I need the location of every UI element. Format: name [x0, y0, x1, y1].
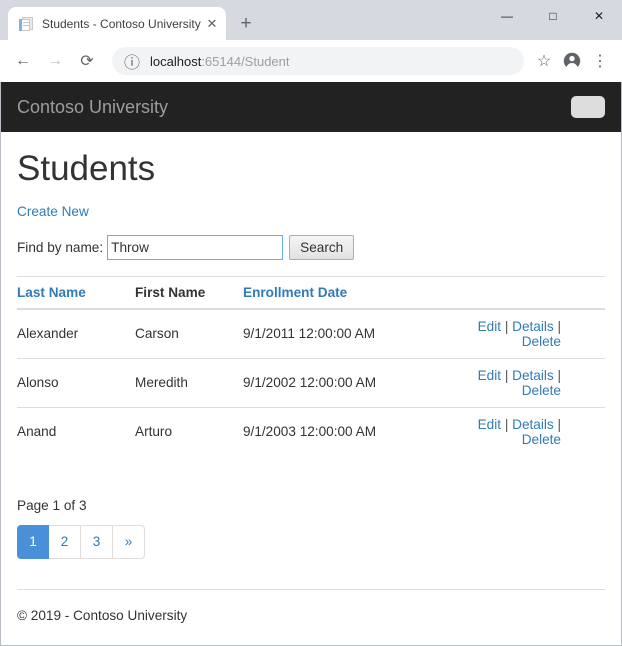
edit-link[interactable]: Edit	[478, 417, 501, 432]
tab-strip: Students - Contoso University ✕ + — □ ✕	[0, 0, 622, 40]
window-controls: — □ ✕	[484, 0, 622, 32]
sort-last-name-link[interactable]: Last Name	[17, 285, 86, 300]
back-icon[interactable]: ←	[8, 46, 38, 76]
column-header-first-name: First Name	[135, 276, 243, 310]
tab-close-icon[interactable]: ✕	[204, 16, 220, 32]
find-by-name-label: Find by name:	[17, 239, 104, 255]
maximize-button[interactable]: □	[530, 0, 576, 32]
close-window-button[interactable]: ✕	[576, 0, 622, 32]
chrome-menu-icon[interactable]: ⋮	[586, 47, 614, 75]
table-header-row: Last Name First Name Enrollment Date	[17, 276, 605, 310]
content-container: Students Create New Find by name: Search…	[1, 149, 621, 623]
cell-last-name: Anand	[17, 406, 135, 456]
site-info-icon[interactable]: ⓘ	[124, 53, 140, 72]
new-tab-button[interactable]: +	[232, 9, 260, 37]
details-link[interactable]: Details	[512, 368, 554, 383]
page-viewport: Contoso University Students Create New F…	[0, 82, 622, 646]
pagination-page-1[interactable]: 1	[17, 524, 49, 559]
cell-actions: Edit | Details | Delete	[443, 406, 605, 456]
search-button[interactable]: Search	[289, 234, 355, 260]
table-row: Alexander Carson 9/1/2011 12:00:00 AM Ed…	[17, 308, 605, 358]
tab-title: Students - Contoso University	[42, 16, 201, 31]
edit-link[interactable]: Edit	[478, 368, 501, 383]
url-text: localhost:65144/Student	[150, 54, 290, 69]
delete-link[interactable]: Delete	[522, 432, 561, 447]
page-title: Students	[17, 149, 156, 188]
page-indicator: Page 1 of 3	[17, 497, 87, 513]
students-table: Last Name First Name Enrollment Date Ale…	[17, 275, 605, 456]
cell-enrollment-date: 9/1/2003 12:00:00 AM	[243, 406, 443, 456]
search-form: Find by name: Search	[17, 234, 605, 260]
column-header-last-name: Last Name	[17, 276, 135, 310]
create-new-row: Create New	[17, 203, 605, 221]
table-head: Last Name First Name Enrollment Date	[17, 276, 605, 310]
url-path: :65144/Student	[201, 53, 290, 69]
action-separator: |	[504, 367, 509, 383]
action-separator: |	[557, 318, 561, 334]
sort-enrollment-date-link[interactable]: Enrollment Date	[243, 285, 347, 300]
cell-last-name: Alexander	[17, 308, 135, 358]
address-bar[interactable]: ⓘ localhost:65144/Student	[112, 47, 524, 75]
create-new-link[interactable]: Create New	[17, 204, 89, 219]
forward-icon: →	[47, 52, 63, 69]
column-header-enrollment-date: Enrollment Date	[243, 276, 443, 310]
cell-enrollment-date: 9/1/2002 12:00:00 AM	[243, 357, 443, 407]
cell-first-name: Arturo	[135, 406, 243, 456]
browser-tab-students[interactable]: Students - Contoso University ✕	[8, 7, 226, 40]
profile-avatar-icon[interactable]	[558, 47, 586, 75]
site-navbar: Contoso University	[1, 82, 621, 132]
delete-link[interactable]: Delete	[522, 383, 561, 398]
search-input[interactable]	[107, 234, 284, 260]
cell-first-name: Meredith	[135, 357, 243, 407]
pagination-next-button[interactable]: »	[113, 524, 145, 559]
pagination-page-3[interactable]: 3	[81, 524, 113, 559]
column-header-actions	[443, 276, 605, 310]
site-footer: © 2019 - Contoso University	[17, 588, 605, 623]
delete-link[interactable]: Delete	[522, 334, 561, 349]
navbar-brand[interactable]: Contoso University	[17, 97, 168, 118]
table-body: Alexander Carson 9/1/2011 12:00:00 AM Ed…	[17, 308, 605, 456]
bookmark-star-icon[interactable]: ☆	[530, 47, 558, 75]
cell-actions: Edit | Details | Delete	[443, 357, 605, 407]
table-row: Anand Arturo 9/1/2003 12:00:00 AM Edit |…	[17, 406, 605, 456]
cell-first-name: Carson	[135, 308, 243, 358]
action-separator: |	[557, 367, 561, 383]
cell-last-name: Alonso	[17, 357, 135, 407]
pagination: 1 2 3 »	[17, 524, 605, 559]
browser-window: Students - Contoso University ✕ + — □ ✕ …	[0, 0, 622, 646]
details-link[interactable]: Details	[512, 319, 554, 334]
reload-icon[interactable]: ⟳	[72, 46, 102, 76]
action-separator: |	[504, 318, 509, 334]
table-row: Alonso Meredith 9/1/2002 12:00:00 AM Edi…	[17, 357, 605, 407]
cell-actions: Edit | Details | Delete	[443, 308, 605, 358]
navbar-toggler-button[interactable]	[571, 96, 605, 118]
browser-toolbar: ← → ⟳ ⓘ localhost:65144/Student ☆ ⋮	[0, 40, 622, 82]
document-favicon	[18, 16, 34, 32]
pagination-page-2[interactable]: 2	[49, 524, 81, 559]
url-host: localhost	[150, 53, 202, 69]
minimize-button[interactable]: —	[484, 0, 530, 32]
action-separator: |	[557, 416, 561, 432]
details-link[interactable]: Details	[512, 417, 554, 432]
edit-link[interactable]: Edit	[478, 319, 501, 334]
cell-enrollment-date: 9/1/2011 12:00:00 AM	[243, 308, 443, 358]
action-separator: |	[504, 416, 509, 432]
